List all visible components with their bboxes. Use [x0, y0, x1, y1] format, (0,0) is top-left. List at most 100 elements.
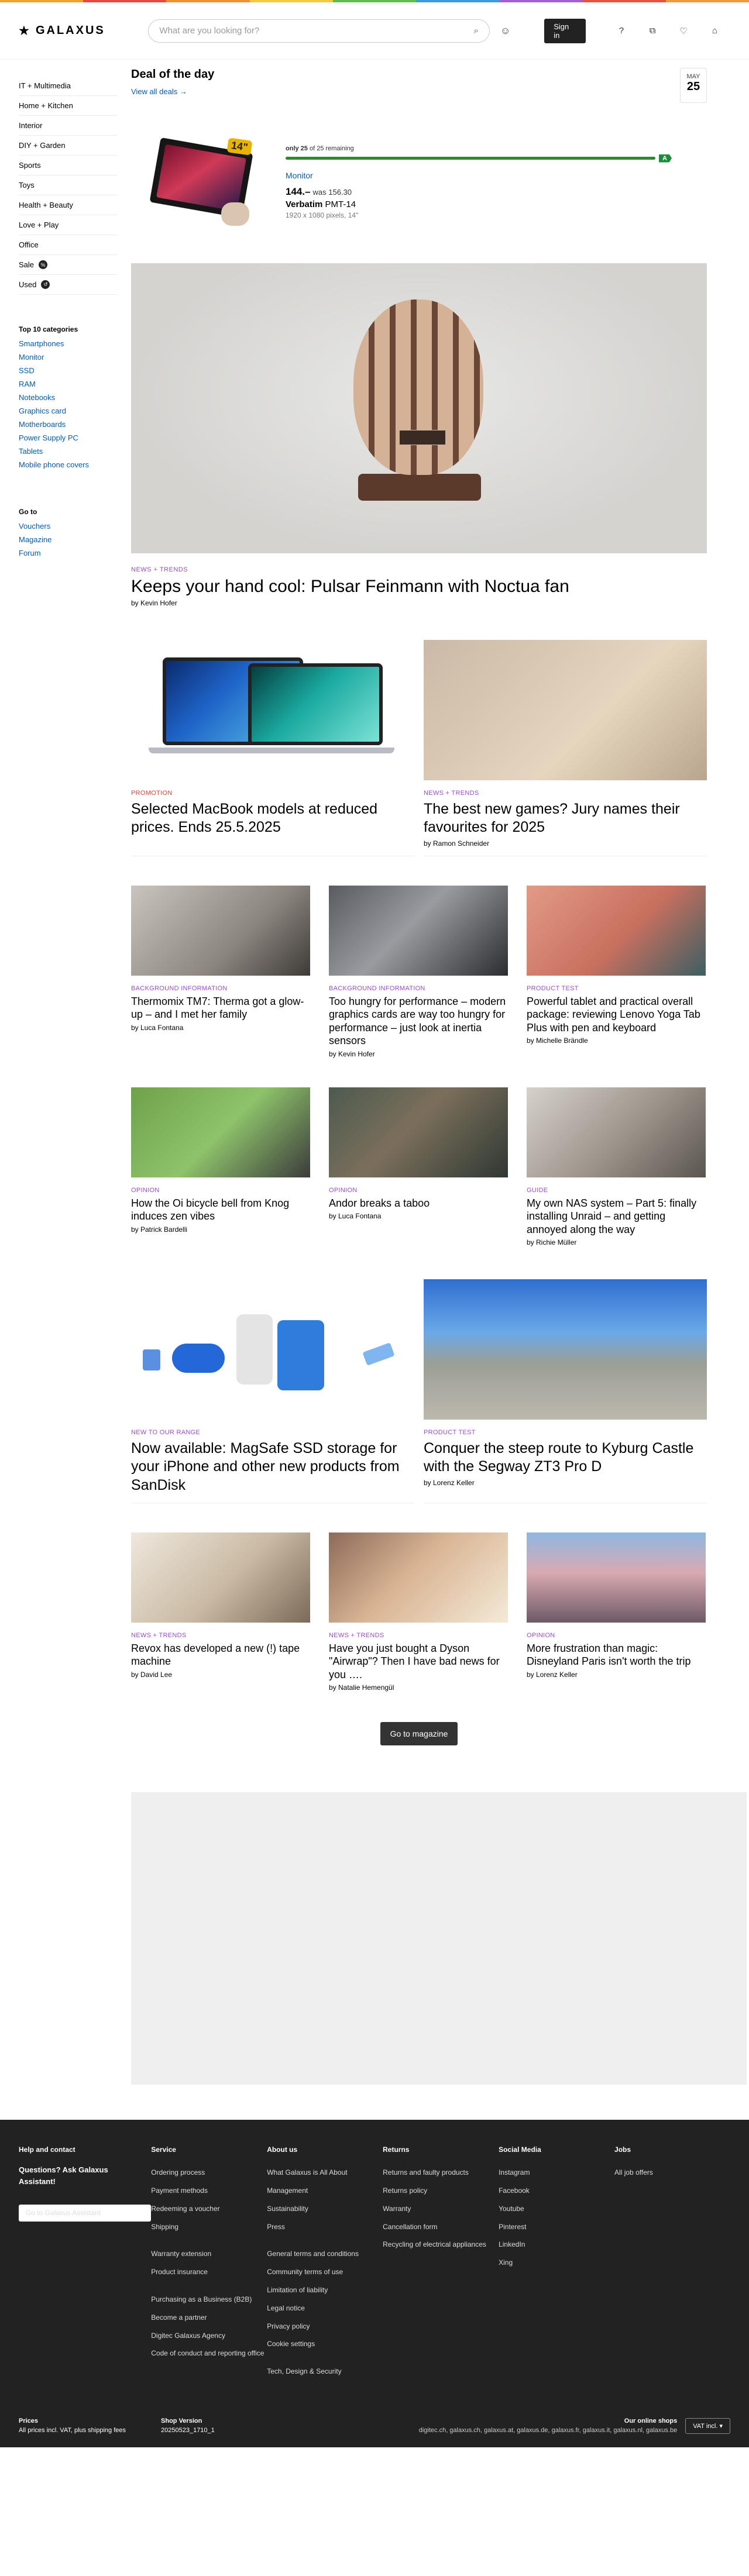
goto-link[interactable]: Vouchers	[19, 519, 131, 533]
article-card[interactable]: News + Trends Revox has developed a new (…	[131, 1532, 310, 1692]
sign-in-button[interactable]: Sign in	[544, 18, 586, 43]
sidebar-item[interactable]: Sale%	[19, 255, 117, 275]
view-all-deals-link[interactable]: View all deals →	[131, 87, 214, 96]
footer-link[interactable]: Returns policy	[383, 2186, 499, 2196]
footer-link[interactable]: Recycling of electrical appliances	[383, 2240, 499, 2250]
footer-link[interactable]: Youtube	[499, 2204, 614, 2214]
sidebar-item[interactable]: Office	[19, 235, 117, 255]
footer-service: Service Ordering process Payment methods Re…	[151, 2145, 267, 2385]
sidebar-item[interactable]: Health + Beauty	[19, 195, 117, 215]
hero-article[interactable]: News + Trends Keeps your hand cool: Puls…	[131, 263, 707, 607]
sidebar-item[interactable]: IT + Multimedia	[19, 76, 117, 96]
top-category-link[interactable]: Mobile phone covers	[19, 458, 131, 471]
article-card[interactable]: News + Trends Have you just bought a Dyso…	[329, 1532, 508, 1692]
top-category-link[interactable]: Smartphones	[19, 337, 131, 350]
top-category-link[interactable]: SSD	[19, 364, 131, 377]
site-footer: Help and contact Questions? Ask Galaxus …	[0, 2120, 749, 2448]
logo[interactable]: ★ GALAXUS	[19, 23, 148, 38]
footer-link[interactable]: Shipping	[151, 2222, 267, 2232]
heart-icon[interactable]: ♡	[668, 26, 699, 36]
footer-link[interactable]: Press	[267, 2222, 383, 2232]
footer-link[interactable]: Sustainability	[267, 2204, 383, 2214]
article-card[interactable]: Guide My own NAS system – Part 5: finally…	[527, 1087, 706, 1246]
footer-link[interactable]: Instagram	[499, 2168, 614, 2178]
sidebar-item[interactable]: Love + Play	[19, 215, 117, 235]
article-card[interactable]: Opinion Andor breaks a taboo by Luca Fonta…	[329, 1087, 508, 1247]
article-card[interactable]: Opinion More frustration than magic: Disn…	[527, 1532, 706, 1692]
article-card[interactable]: Promotion Selected MacBook models at redu…	[131, 640, 414, 856]
footer-link[interactable]: Code of conduct and reporting office	[151, 2348, 267, 2358]
energy-label-badge[interactable]: A	[659, 154, 672, 163]
deal-product-name[interactable]: Verbatim PMT-14	[286, 199, 672, 209]
footer-link[interactable]: Redeeming a voucher	[151, 2204, 267, 2214]
footer-online-shops: Our online shops digitec.ch, galaxus.ch, …	[418, 2417, 678, 2434]
article-image	[131, 1279, 414, 1420]
footer-link[interactable]: Ordering process	[151, 2168, 267, 2178]
vat-selector[interactable]: VAT incl. ▾	[685, 2418, 730, 2434]
sidebar-item-label: IT + Multimedia	[19, 81, 71, 90]
top-category-link[interactable]: Power Supply PC	[19, 431, 131, 445]
footer-link[interactable]: Purchasing as a Business (B2B)	[151, 2295, 267, 2305]
footer-link[interactable]: Become a partner	[151, 2313, 267, 2323]
footer-link[interactable]: Limitation of liability	[267, 2285, 383, 2295]
top-category-link[interactable]: Notebooks	[19, 391, 131, 404]
top-category-link[interactable]: Graphics card	[19, 404, 131, 418]
goto-link[interactable]: Magazine	[19, 533, 131, 546]
article-card[interactable]: Opinion How the Oi bicycle bell from Knog…	[131, 1087, 310, 1247]
footer-link[interactable]: What Galaxus is All About	[267, 2168, 383, 2178]
deal-category: Monitor	[286, 170, 313, 180]
article-author: by Luca Fontana	[329, 1212, 382, 1220]
footer-link[interactable]: Management	[267, 2186, 383, 2196]
top-category-link[interactable]: Motherboards	[19, 418, 131, 431]
galaxus-assistant-button[interactable]: Go to Galaxus Assistant	[19, 2205, 152, 2222]
article-author: by Kevin Hofer	[131, 599, 177, 607]
footer-link[interactable]: Tech, Design & Security	[267, 2367, 383, 2377]
article-card[interactable]: Product test Conquer the steep route to K…	[424, 1279, 707, 1503]
deal-price: 144.– was 156.30	[286, 185, 352, 197]
footer-link[interactable]: Digitec Galaxus Agency	[151, 2331, 267, 2341]
sidebar-item[interactable]: Home + Kitchen	[19, 96, 117, 116]
footer-link[interactable]: General terms and conditions	[267, 2249, 383, 2259]
top-category-link[interactable]: RAM	[19, 377, 131, 391]
footer-link[interactable]: Privacy policy	[267, 2322, 383, 2332]
top-category-link[interactable]: Tablets	[19, 445, 131, 458]
sidebar-item[interactable]: Interior	[19, 116, 117, 136]
footer-link[interactable]: LinkedIn	[499, 2240, 614, 2250]
footer-link[interactable]: Pinterest	[499, 2222, 614, 2232]
footer-link[interactable]: Payment methods	[151, 2186, 267, 2196]
article-card[interactable]: Product test Powerful tablet and practica…	[527, 885, 706, 1058]
article-card[interactable]: New to our range Now available: MagSafe S…	[131, 1279, 414, 1503]
footer-link[interactable]: Legal notice	[267, 2303, 383, 2313]
sidebar-item-badge: %	[39, 260, 48, 269]
footer-link[interactable]: Product insurance	[151, 2267, 267, 2277]
article-card[interactable]: Background information Too hungry for per…	[329, 885, 508, 1058]
go-to-magazine-button[interactable]: Go to magazine	[380, 1722, 458, 1746]
compare-icon[interactable]: ⧉	[637, 26, 668, 36]
deal-product-image[interactable]: 14"	[145, 132, 262, 232]
cart-icon[interactable]: ⌂	[699, 26, 730, 36]
footer-link[interactable]: All job offers	[614, 2168, 730, 2178]
footer-link[interactable]: Facebook	[499, 2186, 614, 2196]
sidebar-item[interactable]: DIY + Garden	[19, 136, 117, 156]
top-category-link[interactable]: Monitor	[19, 350, 131, 364]
sidebar-item[interactable]: Toys	[19, 175, 117, 195]
footer-link[interactable]: Warranty extension	[151, 2249, 267, 2259]
article-card[interactable]: Background information Thermomix TM7: The…	[131, 885, 310, 1058]
advertisement-placeholder	[131, 1792, 747, 2085]
footer-link[interactable]: Cancellation form	[383, 2222, 499, 2232]
article-author: by Richie Müller	[527, 1238, 577, 1246]
footer-link[interactable]: Warranty	[383, 2204, 499, 2214]
person-circle-icon[interactable]: ☺	[490, 25, 521, 37]
goto-link[interactable]: Forum	[19, 546, 131, 560]
footer-link[interactable]: Cookie settings	[267, 2339, 383, 2349]
sidebar-item[interactable]: Used ↺	[19, 275, 117, 295]
search-input[interactable]: What are you looking for? ⌕	[148, 19, 490, 43]
article-card[interactable]: News + Trends The best new games? Jury na…	[424, 640, 707, 856]
footer-link[interactable]: Community terms of use	[267, 2267, 383, 2277]
search-icon[interactable]: ⌕	[474, 26, 479, 36]
sidebar-item[interactable]: Sports	[19, 156, 117, 175]
footer-link[interactable]: Returns and faulty products	[383, 2168, 499, 2178]
hero-image	[131, 263, 707, 553]
help-icon[interactable]: ?	[606, 26, 637, 36]
footer-link[interactable]: Xing	[499, 2258, 614, 2268]
